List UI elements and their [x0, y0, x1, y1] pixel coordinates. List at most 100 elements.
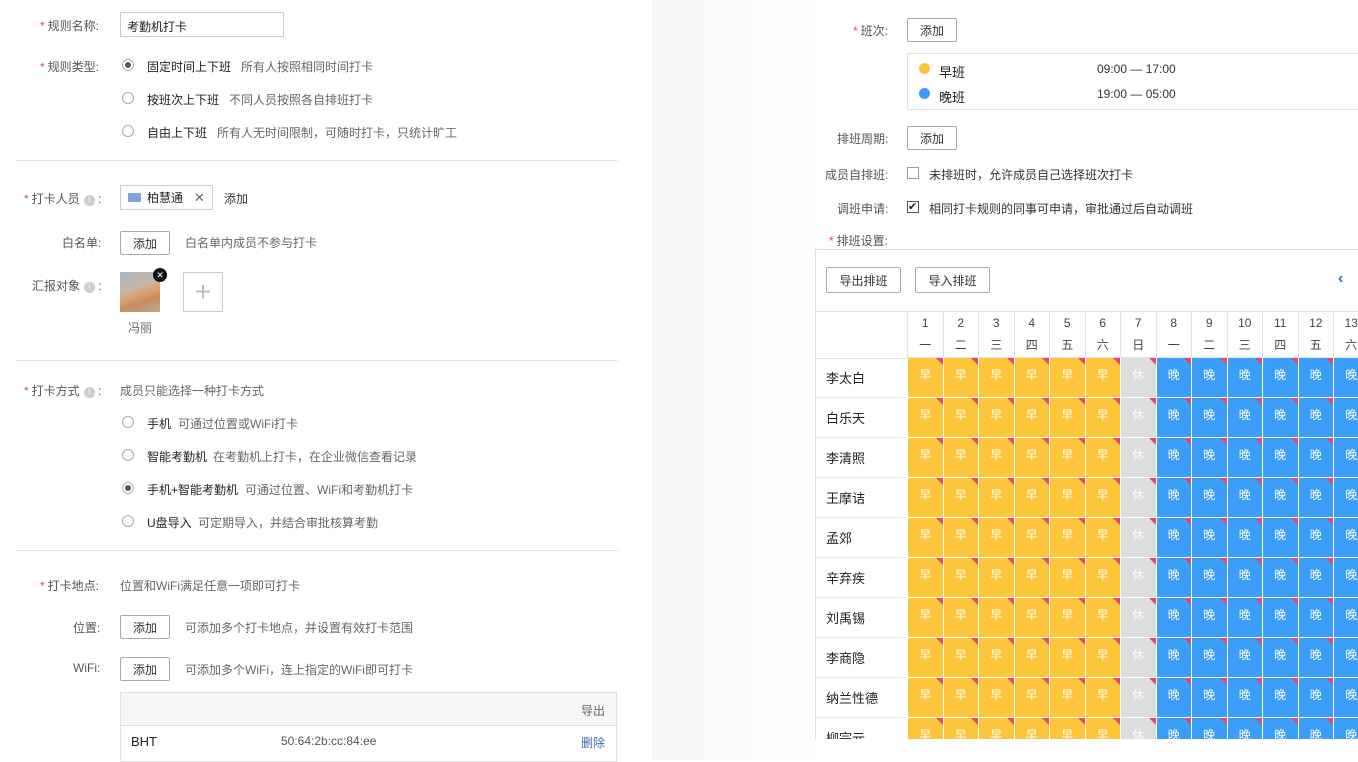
whitelist-add-button[interactable]: 添加 — [120, 231, 170, 255]
export-schedule-button[interactable]: 导出排班 — [826, 267, 901, 293]
shift-cell[interactable]: 早 — [943, 558, 978, 597]
shift-cell[interactable]: 晚 — [1334, 598, 1358, 637]
shift-cell[interactable]: 早 — [1014, 598, 1049, 637]
shift-cell[interactable]: 休 — [1121, 518, 1156, 557]
shift-cell[interactable]: 早 — [979, 558, 1014, 597]
shift-cell[interactable]: 晚 — [1156, 718, 1191, 739]
shift-cell[interactable]: 早 — [1014, 438, 1049, 477]
remove-avatar-icon[interactable]: ✕ — [153, 268, 167, 282]
shift-cell[interactable]: 早 — [908, 398, 943, 437]
import-schedule-button[interactable]: 导入排班 — [915, 267, 990, 293]
shift-cell[interactable]: 早 — [979, 438, 1014, 477]
shift-cell[interactable]: 晚 — [1192, 478, 1227, 517]
shift-cell[interactable]: 晚 — [1334, 398, 1358, 437]
shift-cell[interactable]: 早 — [943, 678, 978, 717]
shift-cell[interactable]: 休 — [1121, 398, 1156, 437]
shift-cell[interactable]: 早 — [1014, 478, 1049, 517]
shift-cell[interactable]: 早 — [1014, 718, 1049, 739]
shift-cell[interactable]: 晚 — [1227, 478, 1262, 517]
shift-cell[interactable]: 晚 — [1156, 478, 1191, 517]
shift-cell[interactable]: 晚 — [1227, 718, 1262, 739]
shift-cell[interactable]: 晚 — [1298, 518, 1333, 557]
shift-cell[interactable]: 晚 — [1192, 678, 1227, 717]
shift-cell[interactable]: 晚 — [1227, 518, 1262, 557]
shift-cell[interactable]: 晚 — [1334, 638, 1358, 677]
shift-cell[interactable]: 晚 — [1156, 638, 1191, 677]
swap-checkbox[interactable] — [907, 200, 919, 213]
shift-cell[interactable]: 晚 — [1334, 438, 1358, 477]
shift-cell[interactable]: 晚 — [1298, 638, 1333, 677]
info-icon[interactable]: i — [83, 195, 95, 206]
shift-cell[interactable]: 早 — [943, 718, 978, 739]
shift-cell[interactable]: 休 — [1121, 678, 1156, 717]
shift-cell[interactable]: 早 — [943, 398, 978, 437]
shift-cell[interactable]: 晚 — [1334, 558, 1358, 597]
wifi-export-link[interactable]: 导出 — [581, 702, 605, 719]
rule-name-input[interactable]: 考勤机打卡 — [120, 12, 284, 37]
shift-cell[interactable]: 晚 — [1298, 398, 1333, 437]
shift-cell[interactable]: 早 — [1085, 518, 1120, 557]
shift-cell[interactable]: 休 — [1121, 638, 1156, 677]
shift-cell[interactable]: 晚 — [1298, 678, 1333, 717]
shift-cell[interactable]: 晚 — [1298, 598, 1333, 637]
shift-cell[interactable]: 休 — [1121, 718, 1156, 739]
shift-cell[interactable]: 晚 — [1227, 638, 1262, 677]
shift-cell[interactable]: 早 — [1085, 718, 1120, 739]
shift-cell[interactable]: 早 — [943, 638, 978, 677]
shift-cell[interactable]: 晚 — [1263, 678, 1298, 717]
wifi-delete-link[interactable]: 删除 — [581, 734, 605, 751]
shift-cell[interactable]: 早 — [1014, 558, 1049, 597]
shift-cell[interactable]: 早 — [1014, 398, 1049, 437]
shift-cell[interactable]: 晚 — [1334, 478, 1358, 517]
cycle-add-button[interactable]: 添加 — [907, 126, 957, 150]
shift-cell[interactable]: 早 — [908, 438, 943, 477]
shift-cell[interactable]: 晚 — [1156, 398, 1191, 437]
shift-cell[interactable]: 早 — [1050, 598, 1085, 637]
shift-cell[interactable]: 晚 — [1334, 678, 1358, 717]
shift-cell[interactable]: 休 — [1121, 478, 1156, 517]
shift-cell[interactable]: 早 — [943, 518, 978, 557]
position-add-button[interactable]: 添加 — [120, 615, 170, 639]
shift-cell[interactable]: 早 — [908, 678, 943, 717]
shift-cell[interactable]: 晚 — [1298, 558, 1333, 597]
shift-cell[interactable]: 早 — [1014, 518, 1049, 557]
shift-cell[interactable]: 晚 — [1263, 558, 1298, 597]
shift-cell[interactable]: 晚 — [1298, 358, 1333, 397]
shift-cell[interactable]: 晚 — [1227, 398, 1262, 437]
shift-cell[interactable]: 早 — [943, 358, 978, 397]
shift-cell[interactable]: 晚 — [1192, 358, 1227, 397]
add-clocker-link[interactable]: 添加 — [224, 190, 248, 207]
shift-cell[interactable]: 晚 — [1192, 558, 1227, 597]
shift-cell[interactable]: 早 — [1050, 638, 1085, 677]
shift-cell[interactable]: 早 — [908, 478, 943, 517]
shift-cell[interactable]: 休 — [1121, 598, 1156, 637]
radio-fixed[interactable] — [122, 59, 134, 71]
shift-cell[interactable]: 晚 — [1227, 438, 1262, 477]
shift-cell[interactable]: 晚 — [1227, 558, 1262, 597]
shift-cell[interactable]: 晚 — [1156, 438, 1191, 477]
radio-shift[interactable] — [122, 92, 134, 104]
shift-cell[interactable]: 早 — [979, 678, 1014, 717]
shift-cell[interactable]: 晚 — [1334, 718, 1358, 739]
shift-cell[interactable]: 晚 — [1192, 718, 1227, 739]
shift-cell[interactable]: 早 — [1085, 558, 1120, 597]
shift-cell[interactable]: 早 — [1085, 438, 1120, 477]
add-report-button[interactable]: + — [183, 272, 223, 312]
shift-cell[interactable]: 早 — [1050, 438, 1085, 477]
shift-cell[interactable]: 休 — [1121, 558, 1156, 597]
shift-cell[interactable]: 早 — [1014, 678, 1049, 717]
shift-cell[interactable]: 早 — [1085, 478, 1120, 517]
chevron-left-icon[interactable]: ‹ — [1338, 270, 1343, 288]
shift-cell[interactable]: 晚 — [1156, 358, 1191, 397]
shift-cell[interactable]: 晚 — [1227, 358, 1262, 397]
shift-cell[interactable]: 晚 — [1263, 478, 1298, 517]
radio-phone[interactable] — [122, 416, 134, 428]
shift-cell[interactable]: 晚 — [1263, 598, 1298, 637]
shift-cell[interactable]: 晚 — [1263, 398, 1298, 437]
shift-cell[interactable]: 早 — [1050, 558, 1085, 597]
shift-cell[interactable]: 早 — [1085, 598, 1120, 637]
radio-phone-device[interactable] — [122, 482, 134, 494]
shift-cell[interactable]: 晚 — [1263, 358, 1298, 397]
shift-cell[interactable]: 晚 — [1298, 438, 1333, 477]
shift-cell[interactable]: 晚 — [1192, 438, 1227, 477]
